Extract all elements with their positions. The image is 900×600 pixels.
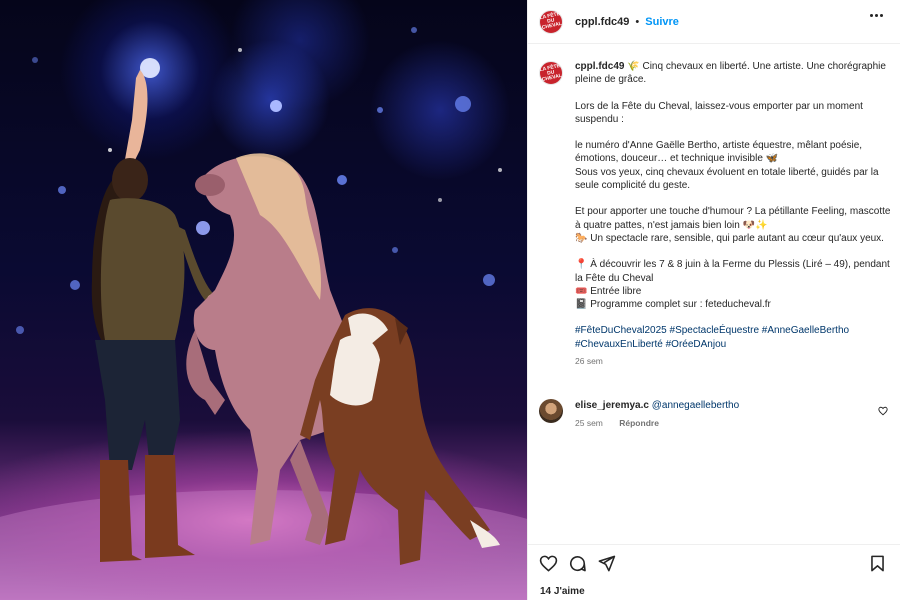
separator-dot: • — [635, 15, 640, 28]
more-options-icon[interactable] — [870, 14, 883, 17]
avatar-logo-text: LA FÊTE DU CHEVAL — [539, 62, 563, 83]
caption-author-avatar[interactable]: LA FÊTE DU CHEVAL — [539, 61, 563, 85]
author-username[interactable]: cppl.fdc49 — [575, 16, 629, 28]
follow-button[interactable]: Suivre — [645, 16, 679, 28]
comment-like-heart-icon[interactable] — [878, 406, 888, 416]
comment-mention[interactable]: @annegaellebertho — [652, 400, 739, 411]
bookmark-icon[interactable] — [868, 554, 887, 573]
likes-count[interactable]: 14 J'aime — [540, 586, 585, 597]
comment-item: elise_jeremya.c @annegaellebertho 25 sem… — [539, 399, 894, 430]
caption-paragraph-4: Et pour apporter une touche d'humour ? L… — [575, 205, 894, 245]
heart-icon[interactable] — [539, 554, 558, 573]
post-header: LA FÊTE DU CHEVAL cppl.fdc49 • Suivre — [528, 0, 900, 44]
caption-line: Sous vos yeux, cinq chevaux évoluent en … — [575, 166, 879, 192]
comment-icon[interactable] — [568, 554, 587, 573]
caption-body: cppl.fdc49 🌾 Cinq chevaux en liberté. Un… — [575, 60, 894, 368]
caption-timestamp[interactable]: 26 sem — [575, 355, 894, 368]
post-actions-bar: 14 J'aime — [528, 544, 900, 600]
caption-line: Et pour apporter une touche d'humour ? L… — [575, 206, 891, 231]
dog-figure — [300, 308, 500, 565]
photo-illustration — [0, 27, 527, 600]
commenter-avatar[interactable] — [539, 399, 563, 423]
caption-paragraph-2: Lors de la Fête du Cheval, laissez-vous … — [575, 100, 863, 125]
caption-line: 🐎 Un spectacle rare, sensible, qui parle… — [575, 232, 884, 244]
commenter-username[interactable]: elise_jeremya.c — [575, 400, 649, 411]
caption-line: le numéro d'Anne Gaëlle Bertho, artiste … — [575, 140, 863, 165]
caption-paragraph-1: cppl.fdc49 🌾 Cinq chevaux en liberté. Un… — [575, 60, 894, 87]
post-details-panel: LA FÊTE DU CHEVAL cppl.fdc49 • Suivre LA… — [527, 0, 900, 600]
caption-line: 🎟️ Entrée libre — [575, 285, 642, 297]
comment-meta: 25 sem Répondre — [575, 416, 739, 430]
caption-line: 📓 Programme complet sur : feteducheval.f… — [575, 299, 771, 311]
caption-line: 📍 À découvrir les 7 & 8 juin à la Ferme … — [575, 259, 890, 284]
author-avatar[interactable]: LA FÊTE DU CHEVAL — [539, 9, 563, 34]
send-icon[interactable] — [597, 554, 616, 573]
comment-body: elise_jeremya.c @annegaellebertho 25 sem… — [575, 399, 739, 430]
avatar-logo-text: LA FÊTE DU CHEVAL — [539, 11, 563, 31]
post-caption: LA FÊTE DU CHEVAL cppl.fdc49 🌾 Cinq chev… — [539, 60, 894, 368]
caption-hashtags[interactable]: #FêteDuCheval2025 #SpectacleÉquestre #An… — [575, 324, 894, 351]
caption-paragraph-5: 📍 À découvrir les 7 & 8 juin à la Ferme … — [575, 258, 894, 311]
reply-button[interactable]: Répondre — [619, 418, 659, 428]
post-photo[interactable] — [0, 0, 527, 600]
caption-username[interactable]: cppl.fdc49 — [575, 61, 624, 72]
comment-timestamp[interactable]: 25 sem — [575, 418, 603, 428]
caption-paragraph-3: le numéro d'Anne Gaëlle Bertho, artiste … — [575, 139, 894, 192]
